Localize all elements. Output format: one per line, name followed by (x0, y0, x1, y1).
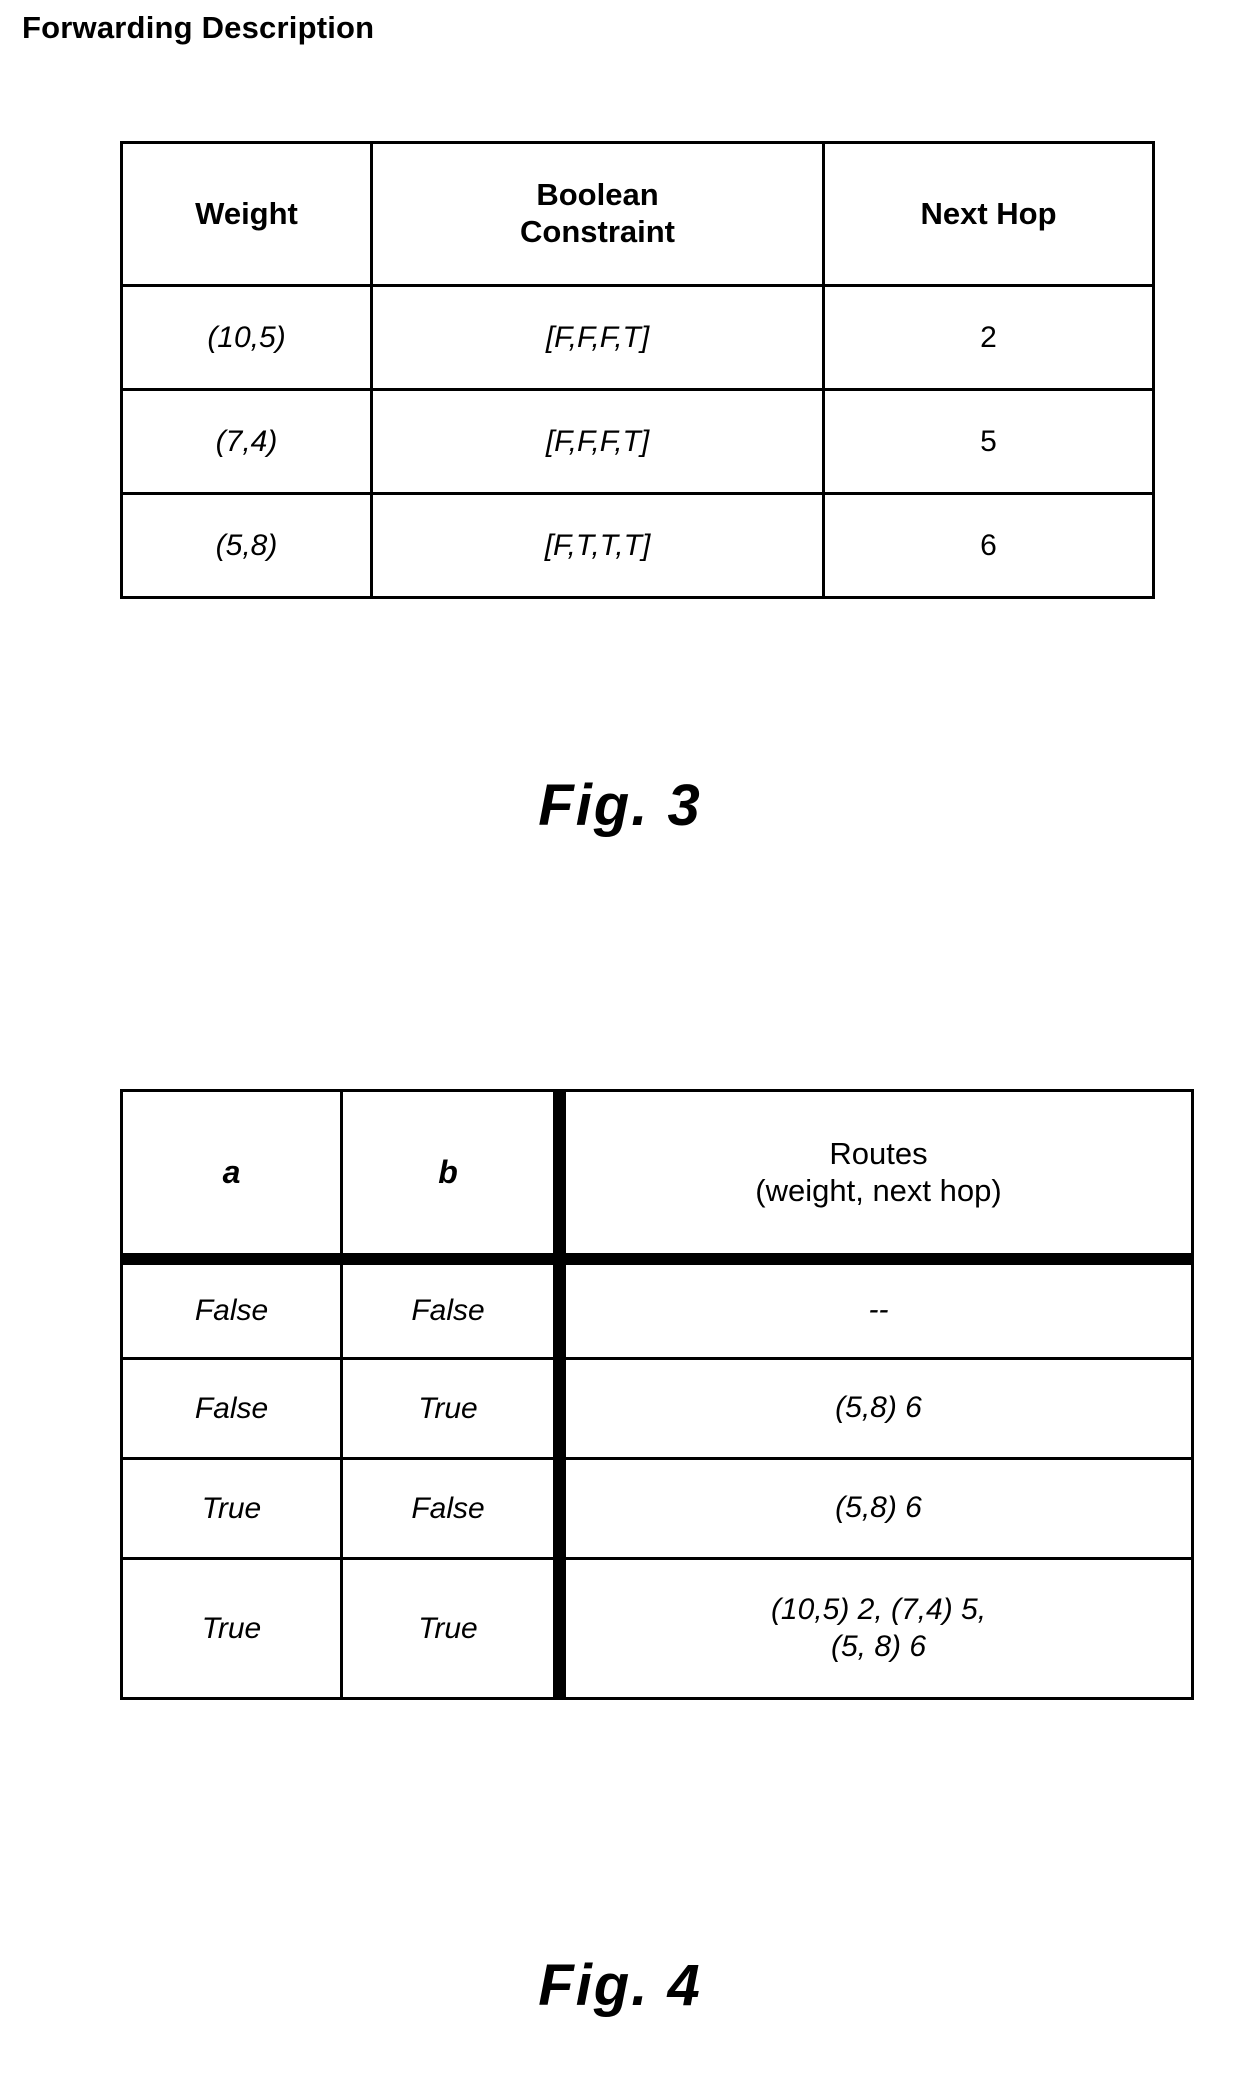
cell-routes: (5,8) 6 (553, 1457, 1194, 1560)
table-row: True True (10,5) 2, (7,4) 5, (5, 8) 6 (120, 1557, 1194, 1700)
table-header-row: a b Routes (weight, next hop) (120, 1089, 1194, 1265)
cell-routes: (5,8) 6 (553, 1357, 1194, 1460)
cell-a: True (120, 1457, 343, 1560)
figure-4-caption: Fig. 4 (538, 1953, 702, 2018)
column-header-weight: Weight (120, 141, 373, 287)
cell-b: False (340, 1457, 561, 1560)
column-header-routes-line-1: Routes (829, 1136, 928, 1172)
cell-a: True (120, 1557, 343, 1700)
page-title: Forwarding Description (22, 10, 375, 45)
cell-routes: (10,5) 2, (7,4) 5, (5, 8) 6 (553, 1557, 1194, 1700)
cell-routes-line-1: -- (868, 1293, 889, 1327)
cell-b: True (340, 1557, 561, 1700)
column-header-next-hop: Next Hop (822, 141, 1155, 287)
column-header-routes-line-2: (weight, next hop) (755, 1173, 1002, 1209)
column-header-boolean-constraint-line-1: Boolean (536, 177, 659, 213)
cell-weight: (7,4) (120, 388, 373, 495)
cell-next-hop: 5 (822, 388, 1155, 495)
cell-routes: -- (553, 1257, 1194, 1360)
column-header-routes: Routes (weight, next hop) (553, 1089, 1194, 1265)
truth-table-routes: a b Routes (weight, next hop) False Fals… (120, 1089, 1194, 1700)
table-row: (10,5) [F,F,F,T] 2 (120, 284, 1155, 391)
cell-routes-line-1: (5,8) 6 (835, 1391, 922, 1425)
cell-routes-line-1: (5,8) 6 (835, 1491, 922, 1525)
cell-next-hop: 2 (822, 284, 1155, 391)
cell-routes-line-1: (10,5) 2, (7,4) 5, (770, 1592, 987, 1626)
table-row: False True (5,8) 6 (120, 1357, 1194, 1460)
cell-weight: (10,5) (120, 284, 373, 391)
cell-a: False (120, 1257, 343, 1360)
figure-3-caption: Fig. 3 (538, 773, 702, 838)
column-header-boolean-constraint: Boolean Constraint (370, 141, 825, 287)
cell-weight: (5,8) (120, 492, 373, 599)
table-header-row: Weight Boolean Constraint Next Hop (120, 141, 1155, 287)
table-row: (5,8) [F,T,T,T] 6 (120, 492, 1155, 599)
cell-b: True (340, 1357, 561, 1460)
cell-constraint: [F,F,F,T] (370, 284, 825, 391)
cell-next-hop: 6 (822, 492, 1155, 599)
figure-4-table-container: a b Routes (weight, next hop) False Fals… (120, 1089, 1194, 1700)
table-row: True False (5,8) 6 (120, 1457, 1194, 1560)
cell-constraint: [F,F,F,T] (370, 388, 825, 495)
table-row: (7,4) [F,F,F,T] 5 (120, 388, 1155, 495)
cell-a: False (120, 1357, 343, 1460)
table-row: False False -- (120, 1257, 1194, 1360)
cell-constraint: [F,T,T,T] (370, 492, 825, 599)
column-header-boolean-constraint-line-2: Constraint (520, 214, 675, 249)
forwarding-description-table: Weight Boolean Constraint Next Hop (10,5… (120, 141, 1155, 599)
figure-3-table-container: Weight Boolean Constraint Next Hop (10,5… (120, 141, 1155, 599)
column-header-a: a (120, 1089, 343, 1265)
cell-routes-line-2: (5, 8) 6 (830, 1629, 927, 1663)
cell-b: False (340, 1257, 561, 1360)
column-header-b: b (340, 1089, 561, 1265)
